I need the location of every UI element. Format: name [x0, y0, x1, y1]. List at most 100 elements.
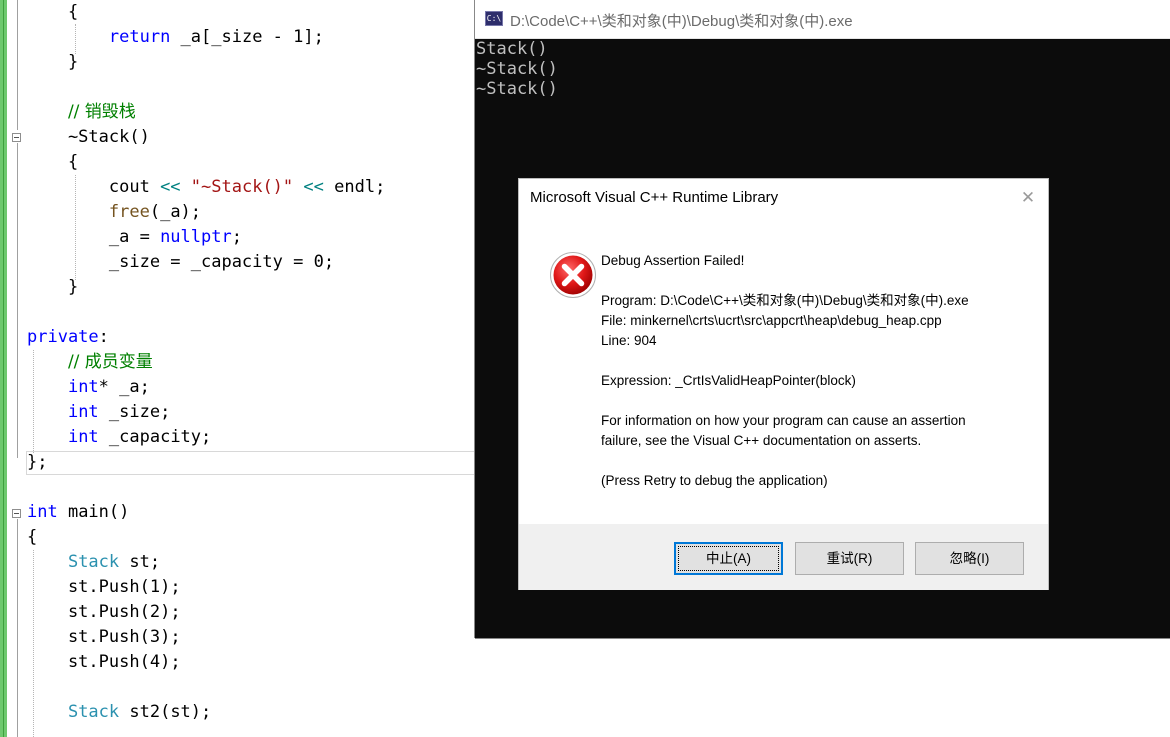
code-token: main() [57, 502, 130, 522]
code-line: } [27, 50, 78, 75]
code-token: * _a; [98, 377, 150, 397]
close-icon[interactable]: ✕ [1019, 189, 1037, 207]
code-token: ~Stack() [27, 127, 150, 147]
file-path: File: minkernel\crts\ucrt\src\appcrt\hea… [601, 313, 942, 328]
code-token: ; [231, 227, 242, 247]
code-token: } [27, 277, 79, 297]
code-line: } [27, 275, 78, 300]
code-line: st.Push(2); [27, 600, 181, 625]
code-token: 0 [313, 252, 324, 272]
code-line: int* _a; [27, 375, 150, 400]
code-token: // 成员变量 [67, 352, 153, 372]
assertion-expression: Expression: _CrtIsValidHeapPointer(block… [601, 373, 856, 388]
code-token: { [27, 2, 79, 22]
code-token: // 销毁栈 [67, 102, 136, 122]
retry-button[interactable]: 重试(R) [795, 542, 904, 575]
code-token: { [27, 152, 79, 172]
collapse-destructor-icon[interactable] [12, 133, 21, 142]
ignore-button[interactable]: 忽略(I) [915, 542, 1024, 575]
code-line: st.Push(3); [27, 625, 181, 650]
code-line: ~Stack() [27, 125, 150, 150]
code-token: : [98, 327, 109, 347]
console-output-line: Stack() [476, 39, 548, 59]
line-number: Line: 904 [601, 333, 657, 348]
outline-line [17, 0, 18, 130]
code-token: free [108, 202, 150, 222]
change-tracking-bar [0, 0, 7, 737]
info-text-1: For information on how your program can … [601, 413, 966, 428]
code-token: _capacity; [98, 427, 212, 447]
code-line: _size = _capacity = 0; [27, 250, 334, 275]
code-token: int [67, 377, 99, 397]
console-app-icon: C:\ [485, 11, 503, 26]
code-line: st.Push(4); [27, 650, 181, 675]
code-token: (_a); [149, 202, 202, 222]
code-token: "~Stack()" [190, 177, 294, 197]
code-line: { [27, 150, 78, 175]
outline-line [17, 519, 18, 737]
code-token: ); [160, 577, 181, 597]
code-token: Stack [67, 552, 120, 572]
code-token: int [67, 402, 99, 422]
code-line: int main() [27, 500, 129, 525]
program-path: Program: D:\Code\C++\类和对象(中)\Debug\类和对象(… [601, 293, 969, 308]
code-line: // 销毁栈 [27, 100, 136, 125]
code-token: << [303, 177, 324, 197]
code-token: _a[_size - [170, 27, 294, 47]
console-titlebar[interactable]: C:\ D:\Code\C++\类和对象(中)\Debug\类和对象(中).ex… [475, 0, 1170, 39]
code-token: 3 [149, 627, 161, 647]
code-line: }; [27, 450, 47, 475]
code-line: private: [27, 325, 109, 350]
code-token: } [27, 52, 79, 72]
code-token: int [27, 502, 58, 522]
code-token: << [160, 177, 181, 197]
code-token: _size = _capacity = [27, 252, 314, 272]
code-line: int _size; [27, 400, 170, 425]
code-line: free(_a); [27, 200, 201, 225]
retry-hint: (Press Retry to debug the application) [601, 473, 828, 488]
code-token: ); [160, 627, 181, 647]
abort-button[interactable]: 中止(A) [674, 542, 783, 575]
code-token: _a = [27, 227, 161, 247]
assertion-dialog[interactable]: Microsoft Visual C++ Runtime Library ✕ D… [518, 178, 1049, 590]
console-output: Stack() ~Stack() ~Stack() [476, 39, 558, 99]
code-token: ); [160, 652, 181, 672]
code-token: return [108, 27, 171, 47]
code-line: { [27, 0, 78, 25]
info-text-2: failure, see the Visual C++ documentatio… [601, 433, 922, 448]
code-token: private [27, 327, 99, 347]
outline-line [17, 143, 18, 298]
code-token: 4 [149, 652, 161, 672]
code-token: { [27, 527, 38, 547]
dialog-title: Microsoft Visual C++ Runtime Library [530, 189, 779, 206]
code-token: st.Push( [27, 602, 150, 622]
current-line-highlight [26, 451, 478, 475]
code-token: 1 [149, 577, 161, 597]
assertion-heading: Debug Assertion Failed! [601, 253, 745, 268]
code-line: Stack st2(st); [27, 700, 211, 725]
code-line: return _a[_size - 1]; [27, 25, 324, 50]
collapse-main-icon[interactable] [12, 509, 21, 518]
code-token: 2 [149, 602, 161, 622]
error-icon [550, 252, 596, 298]
code-token: ]; [303, 27, 324, 47]
code-line: _a = nullptr; [27, 225, 242, 250]
code-token: st.Push( [27, 627, 150, 647]
code-token: int [67, 427, 99, 447]
code-line: // 成员变量 [27, 350, 153, 375]
code-token: ; [323, 252, 335, 272]
code-token: }; [27, 452, 48, 472]
dialog-message: Debug Assertion Failed! Program: D:\Code… [601, 251, 1031, 491]
code-line: { [27, 525, 37, 550]
code-token: endl; [323, 177, 386, 197]
